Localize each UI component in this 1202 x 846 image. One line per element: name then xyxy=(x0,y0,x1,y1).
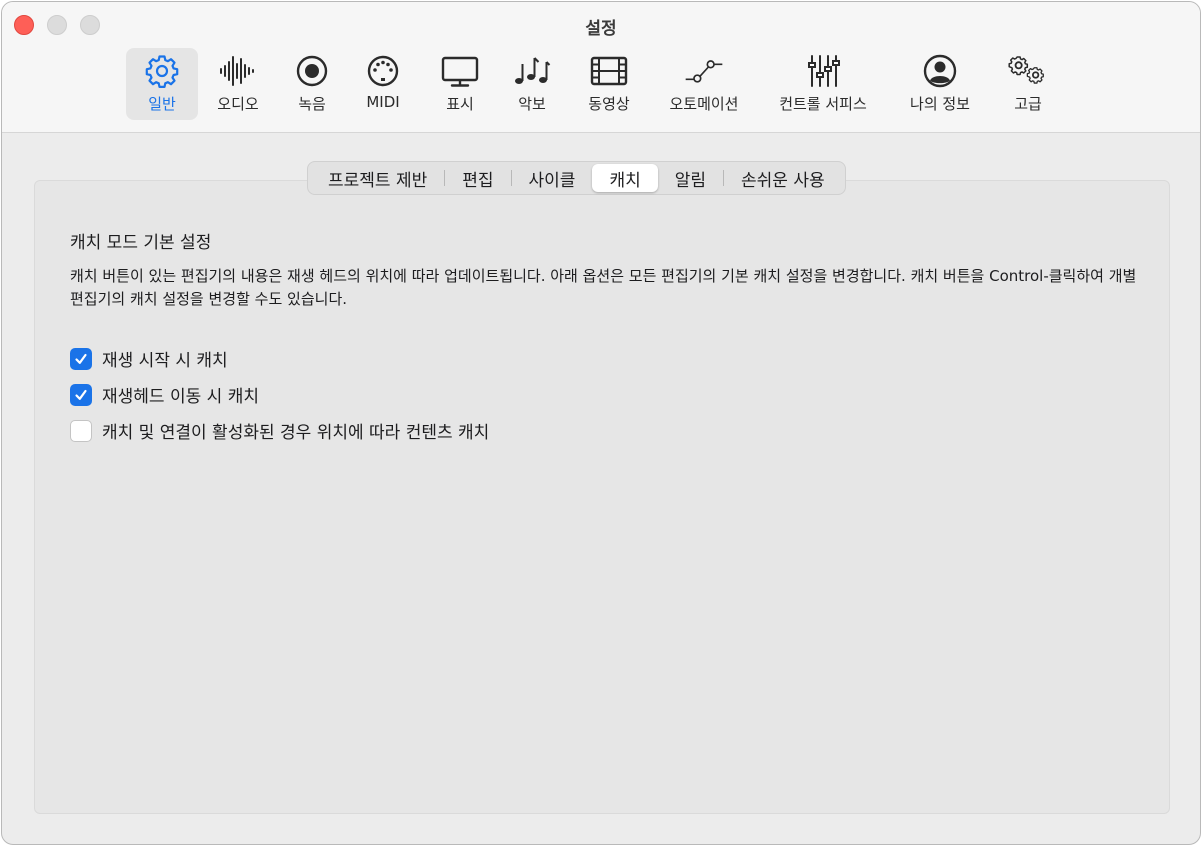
toolbar-item-label: 일반 xyxy=(148,95,176,113)
tab-cycle[interactable]: 사이클 xyxy=(512,164,593,192)
checkbox-checked[interactable] xyxy=(70,347,92,370)
toolbar-item-label: 오디오 xyxy=(217,95,259,113)
toolbar-item-midi[interactable]: MIDI xyxy=(354,48,412,120)
record-icon xyxy=(292,52,332,90)
toolbar-item-record[interactable]: 녹음 xyxy=(282,48,342,120)
option-catch-on-play-start[interactable]: 재생 시작 시 캐치 xyxy=(70,346,228,371)
toolbar-item-label: 오토메이션 xyxy=(669,95,739,113)
toolbar-item-display[interactable]: 표시 xyxy=(430,48,490,120)
toolbar-item-label: 표시 xyxy=(446,95,474,113)
checkmark-icon xyxy=(75,389,87,400)
toolbar-item-label: 컨트롤 서피스 xyxy=(779,95,867,113)
toolbar-item-general[interactable]: 일반 xyxy=(126,48,198,120)
toolbar-item-label: 악보 xyxy=(518,95,546,113)
tab-bar: 프로젝트 제반 편집 사이클 캐치 알림 손쉬운 사용 xyxy=(307,161,846,195)
display-icon xyxy=(440,52,480,90)
toolbar-item-label: 고급 xyxy=(1014,95,1042,113)
toolbar-item-label: 동영상 xyxy=(588,95,630,113)
toolbar-item-control-surfaces[interactable]: 컨트롤 서피스 xyxy=(766,48,880,120)
checkmark-icon xyxy=(75,353,87,364)
checkbox-label: 재생헤드 이동 시 캐치 xyxy=(102,387,259,407)
toolbar-item-advanced[interactable]: 고급 xyxy=(998,48,1058,120)
section-title: 캐치 모드 기본 설정 xyxy=(70,233,212,253)
toolbar-item-my-info[interactable]: 나의 정보 xyxy=(898,48,982,120)
toolbar-item-label: MIDI xyxy=(366,93,400,111)
tab-alerts[interactable]: 알림 xyxy=(658,164,723,192)
section-description: 캐치 버튼이 있는 편집기의 내용은 재생 헤드의 위치에 따라 업데이트됩니다… xyxy=(70,267,1137,308)
checkbox-checked[interactable] xyxy=(70,383,92,406)
sliders-icon xyxy=(803,52,843,90)
film-icon xyxy=(589,52,629,90)
waveform-icon xyxy=(218,52,258,90)
checkbox-label: 재생 시작 시 캐치 xyxy=(102,351,228,371)
toolbar-item-label: 나의 정보 xyxy=(910,95,970,113)
midi-connector-icon xyxy=(363,52,403,90)
tab-editing[interactable]: 편집 xyxy=(445,164,510,192)
option-content-catch-by-position[interactable]: 캐치 및 연결이 활성화된 경우 위치에 따라 컨텐츠 캐치 xyxy=(70,418,489,443)
gear-icon xyxy=(142,52,182,90)
toolbar-item-audio[interactable]: 오디오 xyxy=(206,48,270,120)
tab-project-handling[interactable]: 프로젝트 제반 xyxy=(311,164,444,192)
checkbox-label: 캐치 및 연결이 활성화된 경우 위치에 따라 컨텐츠 캐치 xyxy=(102,423,490,443)
window-title: 설정 xyxy=(585,19,617,39)
checkbox-unchecked[interactable] xyxy=(70,419,92,442)
toolbar: 설정 일반 오디오 녹음 MIDI 표시 악보 동영상 오토메이션 컨트롤 서피… xyxy=(2,2,1200,133)
option-catch-on-playhead-move[interactable]: 재생헤드 이동 시 캐치 xyxy=(70,382,259,407)
toolbar-item-score[interactable]: 악보 xyxy=(502,48,562,120)
tab-catch[interactable]: 캐치 xyxy=(592,164,658,192)
toolbar-item-automation[interactable]: 오토메이션 xyxy=(658,48,750,120)
music-notes-icon xyxy=(512,52,552,90)
gears-icon xyxy=(1008,52,1048,90)
toolbar-item-label: 녹음 xyxy=(298,95,326,113)
person-icon xyxy=(920,52,960,90)
tab-accessibility[interactable]: 손쉬운 사용 xyxy=(724,164,842,192)
automation-icon xyxy=(684,52,724,90)
toolbar-item-movie[interactable]: 동영상 xyxy=(576,48,642,120)
